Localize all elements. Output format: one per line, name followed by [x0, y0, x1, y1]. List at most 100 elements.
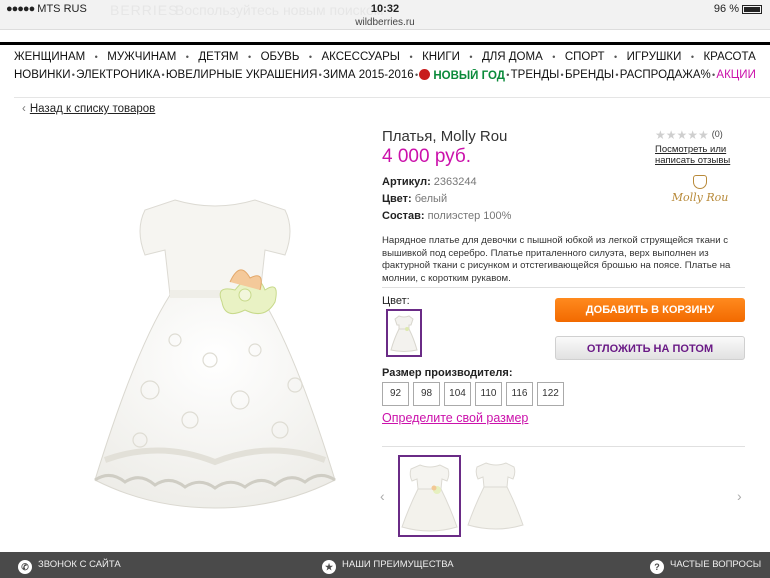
nav-separator: • [560, 70, 564, 80]
nav-item[interactable]: НОВЫЙ ГОД [419, 69, 505, 85]
nav-separator: • [469, 52, 473, 62]
chevron-left-icon: ‹ [22, 103, 26, 115]
brand-crest-icon [693, 175, 707, 189]
nav-item[interactable]: ДЛЯ ДОМА [482, 51, 543, 67]
size-option[interactable]: 98 [413, 382, 440, 406]
composition-label: Состав: [382, 210, 425, 222]
back-to-list-link[interactable]: ‹ Назад к списку товаров [22, 103, 155, 115]
nav-item[interactable]: РАСПРОДАЖА% [620, 69, 711, 85]
size-option[interactable]: 92 [382, 382, 409, 406]
nav-separator: • [506, 70, 510, 80]
reviews-link[interactable]: Посмотреть или написать отзывы [655, 144, 745, 166]
nav-separator: • [161, 70, 165, 80]
divider [382, 287, 745, 288]
faq-button[interactable]: ? Частые вопросы [650, 552, 761, 578]
nav-separator: • [409, 52, 413, 62]
back-link-label: Назад к списку товаров [29, 103, 156, 115]
brand-logo[interactable]: Molly Rou [660, 175, 740, 204]
brand-logo-text: Molly Rou [671, 191, 729, 204]
rating-count: (0) [711, 129, 723, 139]
dress-illustration [94, 199, 336, 509]
faq-label: Частые вопросы [670, 559, 762, 570]
thumbnail-front[interactable] [398, 455, 461, 537]
add-to-cart-button[interactable]: Добавить в корзину [555, 298, 745, 322]
nav-item[interactable]: МУЖЧИНАМ [107, 51, 176, 67]
nav-separator: • [318, 70, 322, 80]
nav-item[interactable]: ОБУВЬ [261, 51, 300, 67]
battery: 96 % [714, 3, 762, 15]
size-option[interactable]: 104 [444, 382, 471, 406]
clock: 10:32 [370, 3, 400, 15]
nav-divider [14, 97, 770, 98]
nav-item[interactable]: СПОРТ [565, 51, 605, 67]
nav-separator: • [71, 70, 75, 80]
nav-row-1: ЖЕНЩИНАМ • МУЖЧИНАМ • ДЕТЯМ • ОБУВЬ • АКСЕССУАРЫ… [0, 51, 770, 67]
color-swatch-white[interactable] [386, 309, 422, 357]
nav-separator: • [308, 52, 312, 62]
nav-item[interactable]: ЭЛЕКТРОНИКА [76, 69, 160, 85]
nav-separator: • [552, 52, 556, 62]
size-option[interactable]: 116 [506, 382, 533, 406]
rating-stars[interactable]: ★★★★★ (0) [655, 128, 723, 142]
bottom-bar: ✆ Звонок с сайта ★ Наши преимущества ? Част… [0, 552, 770, 578]
size-option[interactable]: 122 [537, 382, 564, 406]
star-icon: ★ [322, 560, 336, 574]
call-back-label: Звонок с сайта [38, 559, 121, 570]
product-price: 4 000 руб. [382, 146, 472, 167]
size-guide-link[interactable]: Определите свой размер [382, 411, 528, 425]
nav-item[interactable]: КНИГИ [422, 51, 460, 67]
product-description: Нарядное платье для девочки с пышной юбк… [382, 235, 731, 284]
color-value: белый [414, 193, 448, 205]
chevron-left-icon[interactable]: ‹ [380, 488, 385, 504]
nav-separator: • [615, 70, 619, 80]
save-for-later-button[interactable]: Отложить на потом [555, 336, 745, 360]
nav-item[interactable]: АКСЕССУАРЫ [321, 51, 400, 67]
nav-item[interactable]: НОВИНКИ [14, 69, 70, 85]
nav-item[interactable]: ЗИМА 2015-2016 [323, 69, 414, 85]
article-row: Артикул: 2363244 [382, 176, 477, 188]
nav-separator: • [712, 70, 716, 80]
nav-separator: • [94, 52, 98, 62]
url-bar[interactable]: wildberries.ru [0, 17, 770, 28]
question-icon: ? [650, 560, 664, 574]
nav-item[interactable]: ИГРУШКИ [627, 51, 682, 67]
nav-item[interactable]: ТРЕНДЫ [511, 69, 560, 85]
nav-item[interactable]: АКЦИИ [716, 69, 755, 85]
composition-value: полиэстер 100% [427, 210, 512, 222]
nav-item[interactable]: ЮВЕЛИРНЫЕ УКРАШЕНИЯ [166, 69, 317, 85]
product-title: Платья, Molly Rou [382, 128, 508, 145]
battery-icon [742, 4, 762, 14]
call-back-button[interactable]: ✆ Звонок с сайта [18, 552, 121, 578]
nav-item[interactable]: ЖЕНЩИНАМ [14, 51, 85, 67]
size-label: Размер производителя: [382, 367, 513, 379]
nav-separator: • [614, 52, 618, 62]
composition-row: Состав: полиэстер 100% [382, 210, 511, 222]
product-main-image[interactable] [80, 190, 350, 515]
advantages-label: Наши преимущества [342, 559, 454, 570]
divider [382, 446, 745, 447]
battery-percent: 96 % [713, 3, 739, 15]
color-row: Цвет: белый [382, 193, 447, 205]
nav-item[interactable]: ДЕТЯМ [198, 51, 238, 67]
size-selector: 92 98 104 110 116 122 [382, 382, 564, 406]
thumbnail-back[interactable] [466, 455, 529, 537]
size-option[interactable]: 110 [475, 382, 502, 406]
nav-separator: • [414, 70, 419, 80]
nav-item-label: НОВЫЙ ГОД [433, 70, 505, 82]
article-label: Артикул: [382, 176, 431, 188]
status-bar: ●●●●● MTS RUS BERRIES Воспользуйтесь нов… [0, 0, 770, 30]
color-label: Цвет: [382, 193, 412, 205]
article-value: 2363244 [433, 176, 477, 188]
nav-item[interactable]: БРЕНДЫ [565, 69, 614, 85]
nav-item[interactable]: КРАСОТА [703, 51, 755, 67]
thumbnail-front-image [401, 464, 458, 532]
color-section-label: Цвет: [382, 295, 410, 307]
nav-row-2: НОВИНКИ • ЭЛЕКТРОНИКА • ЮВЕЛИРНЫЕ УКРАШЕНИЯ •… [0, 69, 770, 85]
christmas-ball-icon [419, 69, 431, 80]
advantages-button[interactable]: ★ Наши преимущества [322, 552, 454, 578]
thumbnail-back-image [467, 462, 524, 530]
nav-separator: • [690, 52, 695, 62]
nav-separator: • [247, 52, 252, 62]
chevron-right-icon[interactable]: › [737, 488, 742, 504]
swatch-dress-icon [390, 315, 418, 352]
